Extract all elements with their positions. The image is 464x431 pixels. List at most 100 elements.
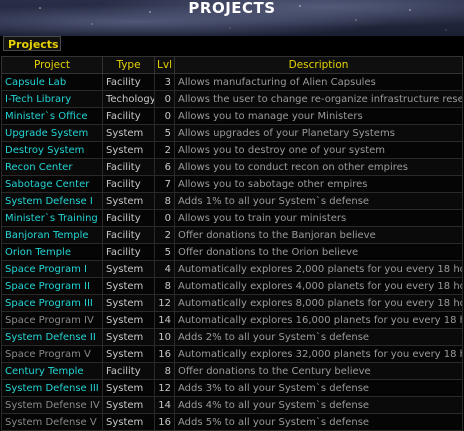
project-level: 5	[154, 124, 175, 142]
project-description: Allows manufacturing of Alien Capsules	[174, 73, 463, 91]
project-level: 14	[154, 311, 175, 329]
project-type: System	[102, 124, 155, 142]
project-description: Offer donations to the Century believe	[174, 362, 463, 380]
project-name-link: System Defense V	[1, 413, 103, 431]
project-level: 12	[154, 294, 175, 312]
project-type: Facility	[102, 175, 155, 193]
project-name-link[interactable]: Space Program III	[1, 294, 103, 312]
project-level: 12	[154, 379, 175, 397]
project-level: 14	[154, 396, 175, 414]
page-title: PROJECTS	[188, 0, 276, 17]
project-name-link[interactable]: Recon Center	[1, 158, 103, 176]
project-level: 2	[154, 226, 175, 244]
project-type: Facility	[102, 226, 155, 244]
project-level: 16	[154, 345, 175, 363]
table-row: Sabotage Center Facility 7 Allows you to sa…	[1, 175, 463, 193]
project-name-link[interactable]: Space Program I	[1, 260, 103, 278]
project-description: Automatically explores 16,000 planets fo…	[174, 311, 463, 329]
project-name-link[interactable]: Century Temple	[1, 362, 103, 380]
table-row: Upgrade System System 5 Allows upgrades of …	[1, 124, 463, 142]
table-row: Banjoran Temple Facility 2 Offer donations …	[1, 226, 463, 244]
table-row: Minister`s Training Facility 0 Allows you t…	[1, 209, 463, 227]
project-description: Automatically explores 8,000 planets for…	[174, 294, 463, 312]
project-name-link[interactable]: Minister`s Office	[1, 107, 103, 125]
table-row: System Defense IV System 14 Adds 4% to all …	[1, 396, 463, 414]
project-type: Techology	[102, 90, 155, 108]
project-level: 3	[154, 73, 175, 91]
column-header-lvl[interactable]: Lvl	[154, 56, 175, 74]
project-name-link[interactable]: Orion Temple	[1, 243, 103, 261]
project-description: Adds 3% to all your System`s defense	[174, 379, 463, 397]
table-row: Recon Center Facility 6 Allows you to condu…	[1, 158, 463, 176]
project-type: System	[102, 192, 155, 210]
project-type: System	[102, 413, 155, 431]
table-row: Orion Temple Facility 5 Offer donations to …	[1, 243, 463, 261]
projects-table: Project Type Lvl Description Capsule Lab…	[1, 56, 463, 431]
project-name-link[interactable]: System Defense II	[1, 328, 103, 346]
project-level: 8	[154, 192, 175, 210]
project-type: Facility	[102, 107, 155, 125]
table-row: System Defense I System 8 Adds 1% to all yo…	[1, 192, 463, 210]
table-row: Space Program IV System 14 Automatically ex…	[1, 311, 463, 329]
table-header-row: Project Type Lvl Description	[1, 56, 463, 74]
project-type: Facility	[102, 243, 155, 261]
project-type: Facility	[102, 362, 155, 380]
table-row: Capsule Lab Facility 3 Allows manufacturing…	[1, 73, 463, 91]
table-row: I-Tech Library Techology 0 Allows the user …	[1, 90, 463, 108]
project-name-link[interactable]: System Defense III	[1, 379, 103, 397]
column-header-description[interactable]: Description	[174, 56, 463, 74]
project-name-link[interactable]: Capsule Lab	[1, 73, 103, 91]
project-level: 0	[154, 209, 175, 227]
project-name-link: Space Program IV	[1, 311, 103, 329]
project-name-link[interactable]: System Defense I	[1, 192, 103, 210]
project-type: System	[102, 345, 155, 363]
project-name-link[interactable]: I-Tech Library	[1, 90, 103, 108]
project-description: Allows you to train your ministers	[174, 209, 463, 227]
table-row: Space Program III System 12 Automatically e…	[1, 294, 463, 312]
column-header-project[interactable]: Project	[1, 56, 103, 74]
column-header-type[interactable]: Type	[102, 56, 155, 74]
project-description: Automatically explores 2,000 planets for…	[174, 260, 463, 278]
table-row: System Defense III System 12 Adds 3% to all…	[1, 379, 463, 397]
project-type: System	[102, 379, 155, 397]
project-level: 2	[154, 141, 175, 159]
tab-projects[interactable]: Projects	[3, 36, 61, 51]
project-description: Allows upgrades of your Planetary System…	[174, 124, 463, 142]
project-description: Adds 1% to all your System`s defense	[174, 192, 463, 210]
project-name-link: Space Program V	[1, 345, 103, 363]
project-description: Allows you to destroy one of your system	[174, 141, 463, 159]
project-type: Facility	[102, 158, 155, 176]
table-row: System Defense V System 16 Adds 5% to all y…	[1, 413, 463, 431]
table-row: Space Program I System 4 Automatically expl…	[1, 260, 463, 278]
table-row: Destroy System System 2 Allows you to destr…	[1, 141, 463, 159]
project-level: 6	[154, 158, 175, 176]
project-description: Offer donations to the Banjoran believe	[174, 226, 463, 244]
project-name-link: System Defense IV	[1, 396, 103, 414]
project-name-link[interactable]: Minister`s Training	[1, 209, 103, 227]
project-level: 4	[154, 260, 175, 278]
project-level: 16	[154, 413, 175, 431]
project-description: Adds 2% to all your System`s defense	[174, 328, 463, 346]
project-description: Offer donations to the Orion believe	[174, 243, 463, 261]
project-name-link[interactable]: Space Program II	[1, 277, 103, 295]
project-level: 8	[154, 277, 175, 295]
project-level: 7	[154, 175, 175, 193]
table-row: Century Temple Facility 8 Offer donations t…	[1, 362, 463, 380]
project-description: Adds 4% to all your System`s defense	[174, 396, 463, 414]
table-row: System Defense II System 10 Adds 2% to all …	[1, 328, 463, 346]
project-type: System	[102, 311, 155, 329]
project-type: System	[102, 396, 155, 414]
project-description: Allows you to sabotage other empires	[174, 175, 463, 193]
project-name-link[interactable]: Upgrade System	[1, 124, 103, 142]
project-description: Adds 5% to all your System`s defense	[174, 413, 463, 431]
project-description: Automatically explores 4,000 planets for…	[174, 277, 463, 295]
table-row: Minister`s Office Facility 0 Allows you to …	[1, 107, 463, 125]
project-name-link[interactable]: Banjoran Temple	[1, 226, 103, 244]
table-row: Space Program V System 16 Automatically exp…	[1, 345, 463, 363]
project-name-link[interactable]: Sabotage Center	[1, 175, 103, 193]
project-type: System	[102, 294, 155, 312]
project-name-link[interactable]: Destroy System	[1, 141, 103, 159]
project-level: 0	[154, 90, 175, 108]
project-type: System	[102, 260, 155, 278]
project-type: System	[102, 328, 155, 346]
